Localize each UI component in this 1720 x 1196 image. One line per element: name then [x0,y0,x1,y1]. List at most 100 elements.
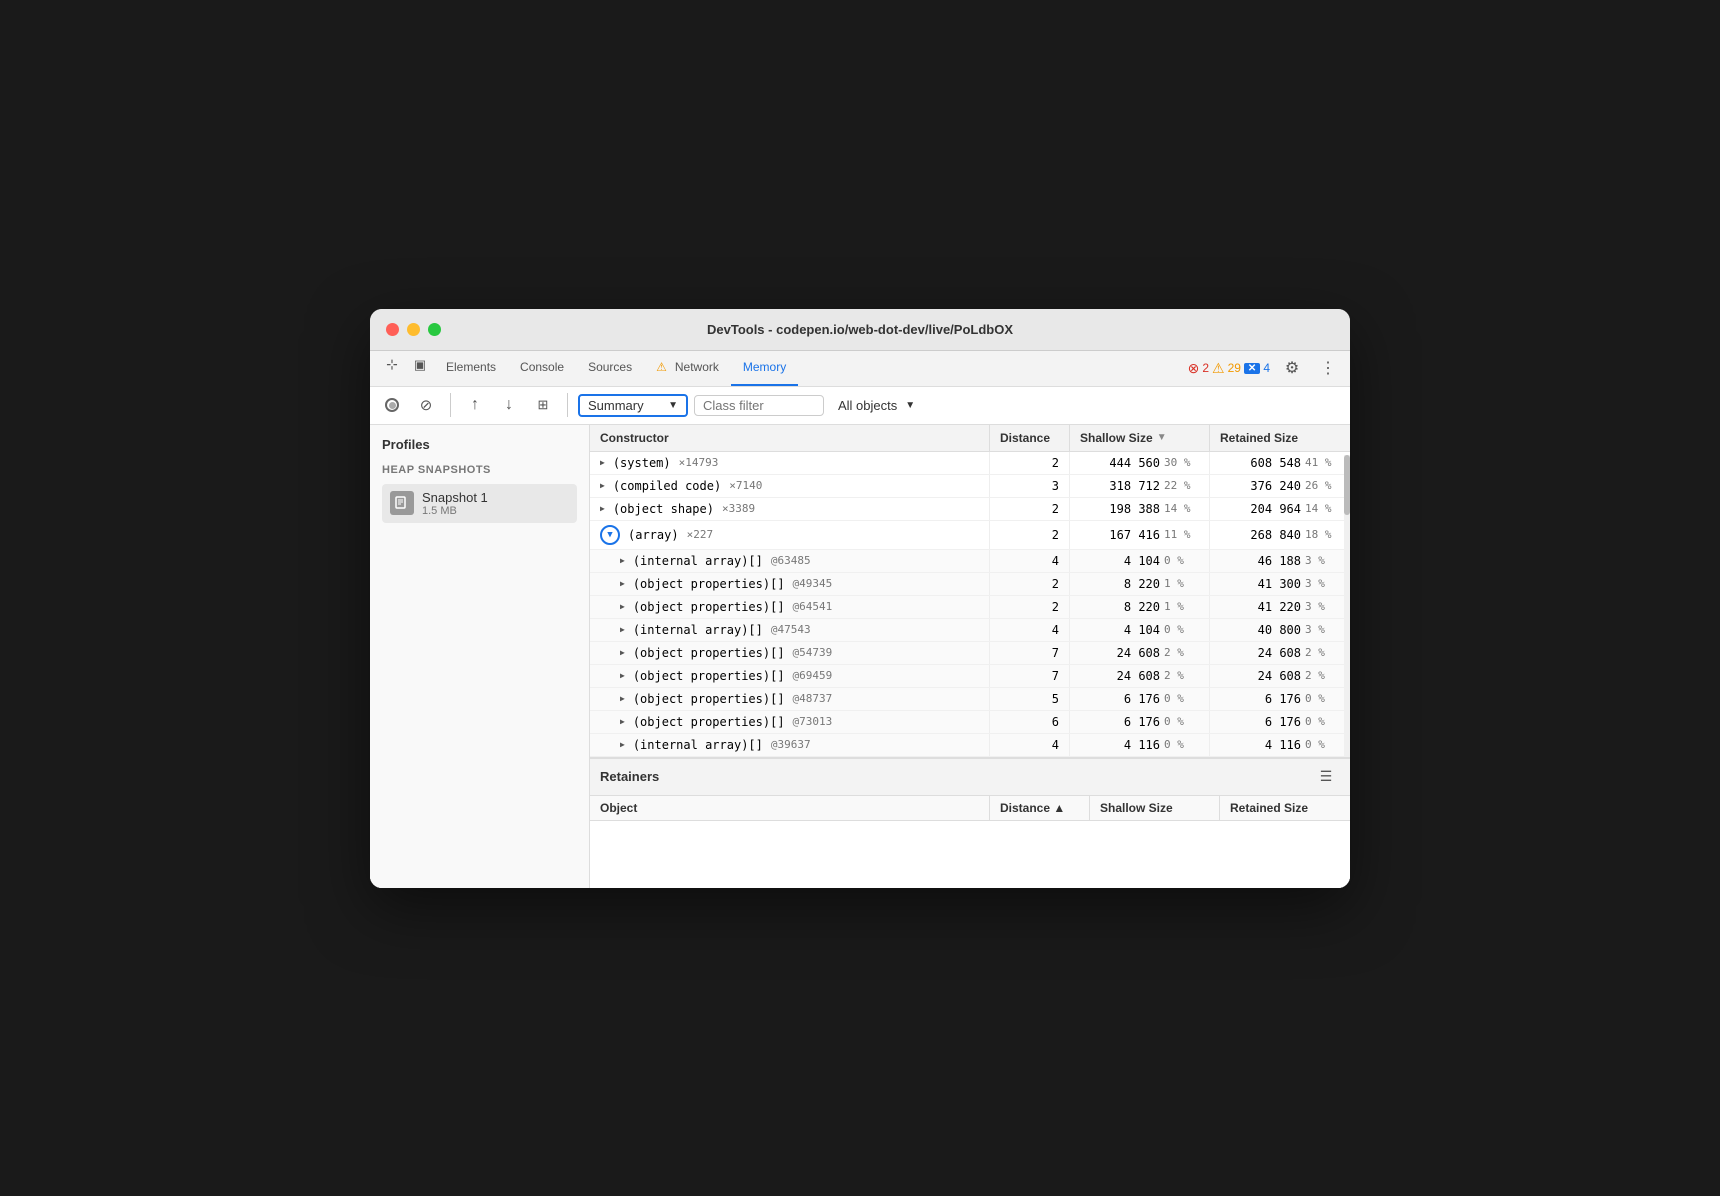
memory-toolbar: ⊘ ↑ ↓ ⊞ Summary ▼ All objects ▼ [370,387,1350,425]
header-shallow-size[interactable]: Shallow Size ▼ [1070,425,1210,451]
expand-arrow[interactable]: ▶ [620,602,625,611]
expand-arrow[interactable]: ▶ [620,625,625,634]
expand-arrow[interactable]: ▶ [620,556,625,565]
device-icon[interactable]: ▣ [406,351,434,379]
titlebar: DevTools - codepen.io/web-dot-dev/live/P… [370,309,1350,351]
expand-arrow[interactable]: ▶ [620,740,625,749]
header-constructor: Constructor [590,425,990,451]
tab-elements[interactable]: Elements [434,351,508,386]
cell-retained: 41 3003 % [1210,573,1350,595]
table-rows: ▶ (system) ×14793 2 444 56030 % 608 5484… [590,452,1350,757]
cell-constructor: ▶ (object properties)[] @48737 [590,688,990,710]
table-row[interactable]: ▶ (object properties)[] @64541 2 8 2201 … [590,596,1350,619]
cell-shallow: 444 56030 % [1070,452,1210,474]
tab-console[interactable]: Console [508,351,576,386]
error-icon: ⊗ [1188,360,1200,377]
devtools-body: ⊹ ▣ Elements Console Sources ⚠ Network M… [370,351,1350,888]
cell-shallow: 167 41611 % [1070,521,1210,549]
header-distance: Distance [990,425,1070,451]
cell-shallow: 24 6082 % [1070,642,1210,664]
cell-shallow: 318 71222 % [1070,475,1210,497]
expand-arrow[interactable]: ▶ [620,648,625,657]
table-row[interactable]: ▶ (object properties)[] @54739 7 24 6082… [590,642,1350,665]
cell-distance: 4 [990,734,1070,756]
table-row[interactable]: ▶ (system) ×14793 2 444 56030 % 608 5484… [590,452,1350,475]
collect-button[interactable]: ⊞ [529,391,557,419]
close-button[interactable] [386,323,399,336]
heap-table[interactable]: Constructor Distance Shallow Size ▼ Reta… [590,425,1350,758]
cell-constructor: ▶ (object shape) ×3389 [590,498,990,520]
table-row[interactable]: ▶ (object properties)[] @49345 2 8 2201 … [590,573,1350,596]
table-row[interactable]: ▼ (array) ×227 2 167 41611 % 268 84018 % [590,521,1350,550]
expand-arrow[interactable]: ▶ [600,481,605,490]
tab-bar: ⊹ ▣ Elements Console Sources ⚠ Network M… [370,351,1350,387]
minimize-button[interactable] [407,323,420,336]
expand-arrow[interactable]: ▶ [600,458,605,467]
table-row[interactable]: ▶ (object properties)[] @48737 5 6 1760 … [590,688,1350,711]
expand-arrow[interactable]: ▶ [600,504,605,513]
table-row[interactable]: ▶ (internal array)[] @39637 4 4 1160 % 4… [590,734,1350,757]
snapshot-icon [390,491,414,515]
cell-retained: 268 84018 % [1210,521,1350,549]
table-row[interactable]: ▶ (internal array)[] @63485 4 4 1040 % 4… [590,550,1350,573]
cell-shallow: 6 1760 % [1070,711,1210,733]
cell-constructor: ▶ (system) ×14793 [590,452,990,474]
cell-constructor: ▼ (array) ×227 [590,521,990,549]
clear-button[interactable]: ⊘ [412,391,440,419]
cell-retained: 24 6082 % [1210,665,1350,687]
cell-shallow: 24 6082 % [1070,665,1210,687]
separator-1 [450,393,451,417]
all-objects-dropdown[interactable]: All objects ▼ [830,396,923,415]
download-button[interactable]: ↓ [495,391,523,419]
expand-arrow[interactable]: ▶ [620,694,625,703]
retainers-header-object: Object [590,796,990,820]
settings-icon[interactable]: ⚙ [1278,354,1306,382]
retainers-menu-icon[interactable]: ☰ [1312,763,1340,791]
cell-retained: 376 24026 % [1210,475,1350,497]
scrollbar-thumb[interactable] [1344,455,1350,515]
scrollbar-track[interactable] [1344,455,1350,757]
retainers-section: Retainers ☰ Object Distance ▲ Shallow Si… [590,758,1350,888]
cell-distance: 2 [990,521,1070,549]
cell-retained: 41 2203 % [1210,596,1350,618]
retainers-header-distance[interactable]: Distance ▲ [990,796,1090,820]
sidebar-section-title: HEAP SNAPSHOTS [382,464,577,476]
warning-badge-icon: ⚠ [1212,360,1225,377]
cell-retained: 46 1883 % [1210,550,1350,572]
table-row[interactable]: ▶ (object properties)[] @73013 6 6 1760 … [590,711,1350,734]
cell-distance: 5 [990,688,1070,710]
table-row[interactable]: ▶ (object shape) ×3389 2 198 38814 % 204… [590,498,1350,521]
cell-constructor: ▶ (internal array)[] @39637 [590,734,990,756]
maximize-button[interactable] [428,323,441,336]
upload-button[interactable]: ↑ [461,391,489,419]
tab-network[interactable]: ⚠ Network [644,351,731,386]
array-expand-circle[interactable]: ▼ [600,525,620,545]
expand-arrow[interactable]: ▶ [620,579,625,588]
cell-shallow: 198 38814 % [1070,498,1210,520]
cell-retained: 204 96414 % [1210,498,1350,520]
retainers-title: Retainers [600,769,659,784]
table-row[interactable]: ▶ (internal array)[] @47543 4 4 1040 % 4… [590,619,1350,642]
snapshot-item[interactable]: Snapshot 1 1.5 MB [382,484,577,523]
dropdown-arrow: ▼ [668,400,678,411]
cell-distance: 7 [990,665,1070,687]
warning-icon: ⚠ [656,360,667,374]
tab-memory[interactable]: Memory [731,351,798,386]
tab-sources[interactable]: Sources [576,351,644,386]
cell-distance: 4 [990,550,1070,572]
error-badge: ⊗ 2 ⚠ 29 ✕ 4 [1188,360,1270,377]
expand-arrow[interactable]: ▶ [620,671,625,680]
record-button[interactable] [378,391,406,419]
sidebar-title: Profiles [382,437,577,452]
cursor-icon[interactable]: ⊹ [378,351,406,379]
expand-arrow[interactable]: ▶ [620,717,625,726]
retainers-header-retained: Retained Size [1220,796,1350,820]
table-row[interactable]: ▶ (compiled code) ×7140 3 318 71222 % 37… [590,475,1350,498]
summary-dropdown[interactable]: Summary ▼ [578,394,688,417]
cell-constructor: ▶ (internal array)[] @63485 [590,550,990,572]
more-icon[interactable]: ⋮ [1314,354,1342,382]
sidebar: Profiles HEAP SNAPSHOTS Snapshot 1 1.5 M [370,425,590,888]
cell-shallow: 4 1160 % [1070,734,1210,756]
table-row[interactable]: ▶ (object properties)[] @69459 7 24 6082… [590,665,1350,688]
class-filter-input[interactable] [694,395,824,416]
